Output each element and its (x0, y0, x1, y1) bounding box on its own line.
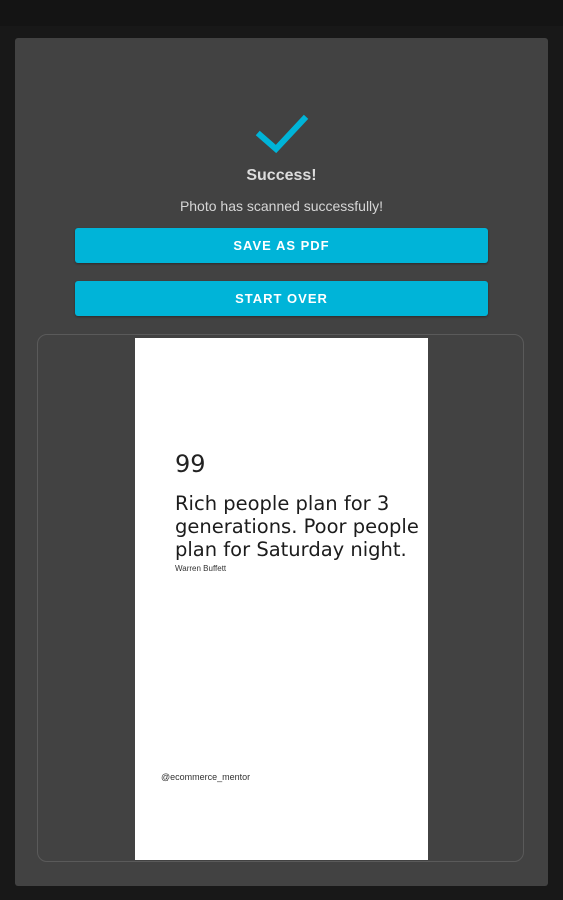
success-title: Success! (246, 167, 317, 184)
quote-mark: 99 (175, 450, 206, 478)
quote-text: Rich people plan for 3 generations. Poor… (175, 492, 419, 561)
social-handle: @ecommerce_mentor (161, 772, 251, 782)
scanned-document-image: 99 Rich people plan for 3 generations. P… (135, 338, 428, 860)
save-as-pdf-button[interactable]: SAVE AS PDF (75, 228, 488, 263)
quote-author: Warren Buffett (175, 564, 227, 573)
success-message: Photo has scanned successfully! (179, 198, 384, 214)
start-over-button[interactable]: START OVER (75, 281, 488, 316)
checkmark-icon (255, 114, 309, 154)
top-bar (0, 0, 563, 26)
